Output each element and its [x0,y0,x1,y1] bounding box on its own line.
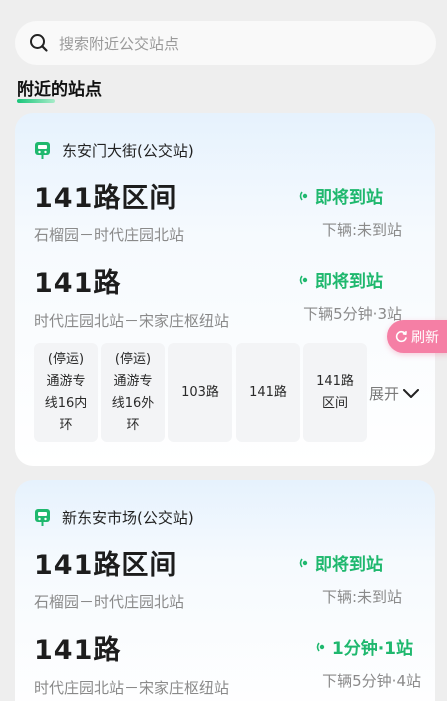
station-name: 东安门大街(公交站) [62,142,194,160]
route-name[interactable]: 141路 [34,628,121,667]
arrival-status: 1分钟·1站 [316,634,413,659]
route-name[interactable]: 141路区间 [34,176,177,215]
next-bus: 下辆5分钟·4站 [322,672,421,690]
route-name[interactable]: 141路区间 [34,543,177,582]
station-card[interactable]: 新东安市场(公交站) 141路区间 即将到站 石榴园－时代庄园北站 下辆:未到站… [15,480,435,701]
realtime-signal-icon [299,275,308,284]
route-chips: (停运) 通游专 线16内 环 (停运) 通游专 线16外 环 103路 141… [34,343,370,442]
next-bus: 下辆:未到站 [321,588,402,606]
bus-stop-icon [35,142,50,159]
route-chip[interactable]: (停运) 通游专 线16外 环 [101,343,165,442]
realtime-signal-icon [299,558,308,567]
station-name: 新东安市场(公交站) [62,509,194,527]
chevron-down-icon [403,388,420,398]
arrival-status: 即将到站 [299,550,383,575]
route-name[interactable]: 141路 [34,261,121,300]
bus-stop-icon [35,509,50,526]
search-input[interactable]: 搜索附近公交站点 [59,33,179,54]
station-header: 新东安市场(公交站) [35,507,194,528]
search-bar[interactable]: 搜索附近公交站点 [15,21,436,65]
realtime-signal-icon [299,191,308,200]
route-chip[interactable]: 141路 区间 [303,343,367,442]
expand-button[interactable]: 展开 [369,383,420,404]
route-direction: 时代庄园北站－宋家庄枢纽站 [34,312,230,330]
next-bus: 下辆5分钟·3站 [303,305,402,323]
route-direction: 石榴园－时代庄园北站 [34,226,185,244]
route-direction: 石榴园－时代庄园北站 [34,593,185,611]
route-chip[interactable]: 103路 [168,343,232,442]
next-bus: 下辆:未到站 [321,221,402,239]
station-card[interactable]: 东安门大街(公交站) 141路区间 即将到站 石榴园－时代庄园北站 下辆:未到站… [15,113,435,466]
route-direction: 时代庄园北站－宋家庄枢纽站 [34,679,230,697]
arrival-status: 即将到站 [299,267,383,292]
refresh-button[interactable]: 刷新 [387,320,447,353]
realtime-signal-icon [316,642,325,651]
section-title: 附近的站点 [17,75,102,103]
station-header: 东安门大街(公交站) [35,140,194,161]
route-chip[interactable]: 141路 [236,343,300,442]
route-chip[interactable]: (停运) 通游专 线16内 环 [34,343,98,442]
refresh-icon [395,330,407,343]
arrival-status: 即将到站 [299,183,383,208]
search-icon [29,33,49,53]
